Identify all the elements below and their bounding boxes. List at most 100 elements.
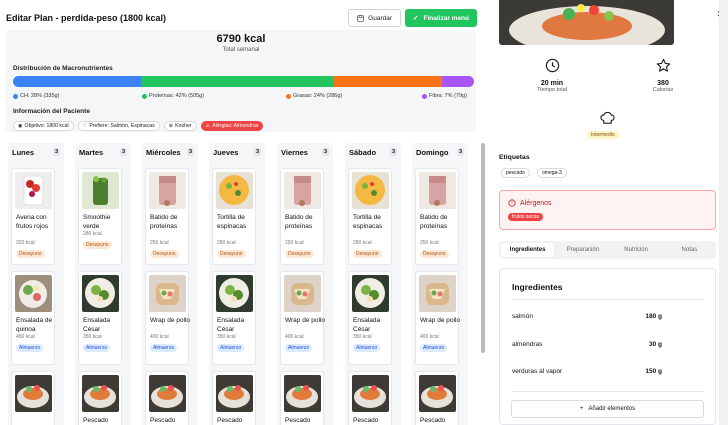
- meal-card[interactable]: Wrap de pollo 400 kcal Almuerzo: [415, 271, 460, 365]
- meal-thumbnail: [149, 172, 186, 209]
- meal-name: Pescado: [83, 417, 109, 424]
- day-name: Viernes: [281, 147, 308, 157]
- meal-card[interactable]: Batido de proteínas 250 kcal Desayuno: [280, 168, 324, 265]
- day-header: Lunes 3: [12, 147, 60, 157]
- meal-image: [499, 0, 674, 45]
- calories-value: 380: [657, 80, 669, 87]
- ingredient-row[interactable]: salmón 180 g: [512, 313, 662, 323]
- legend-label: CH: 28% (335g): [20, 93, 60, 99]
- tab-notas[interactable]: Notas: [663, 241, 716, 259]
- legend-dot: [13, 93, 18, 99]
- patient-pill: ◉ Objetivo: 1800 kcal: [13, 121, 74, 131]
- day-count-badge: 3: [321, 148, 329, 156]
- meal-card[interactable]: Pescado: [348, 371, 392, 425]
- meal-kcal: 320 kcal: [16, 240, 35, 246]
- target-icon: ◉: [18, 123, 23, 129]
- weekly-total: 6790 kcal: [216, 33, 266, 45]
- tab-nutricion[interactable]: Nutrición: [610, 241, 663, 259]
- meal-name: Ensalada César: [217, 317, 245, 333]
- meal-card[interactable]: Pescado: [145, 371, 189, 425]
- tab-preparacion[interactable]: Preparación: [556, 241, 609, 259]
- meal-type-tag: Desayuno: [420, 250, 449, 258]
- ingredient-name: verduras al vapor: [512, 368, 563, 375]
- patient-pill-label: Prefiere: Salmón, Espinacas: [89, 123, 155, 129]
- patient-pill-label: Alérgias: Almendras: [212, 123, 259, 129]
- detail-tabs: Ingredientes Preparación Nutrición Notas: [499, 241, 716, 259]
- day-name: Martes: [79, 147, 104, 157]
- meal-card[interactable]: Smoothie verde 280 kcal Desayuno: [78, 168, 122, 265]
- patient-pill-label: Kosher: [175, 123, 192, 129]
- meal-name: Smoothie verde: [83, 214, 111, 230]
- board-scrollbar[interactable]: [481, 143, 485, 353]
- macro-segment: [332, 76, 443, 87]
- meal-kcal: 350 kcal: [353, 334, 372, 340]
- patient-pill: ⚠ Alérgias: Almendras: [200, 121, 264, 131]
- page-scrollbar[interactable]: [719, 0, 728, 425]
- meal-thumbnail: [15, 172, 52, 209]
- meal-card[interactable]: Pescado: [78, 371, 122, 425]
- day-column: Jueves 3 Tortilla de espinacas 280 kcal Desa…: [209, 143, 265, 425]
- day-column: Viernes 3 Batido de proteínas 250 kcal Desay…: [277, 143, 333, 425]
- ingredient-name: salmón: [512, 313, 533, 320]
- meal-name: Ensalada de quinoa: [16, 317, 53, 333]
- meal-kcal: 400 kcal: [285, 334, 304, 340]
- legend-dot: [286, 93, 291, 99]
- meal-card[interactable]: Ensalada de quinoa 450 kcal Almuerzo: [11, 271, 55, 365]
- plus-icon: +: [579, 406, 584, 412]
- calories-stat: 380 Calorías: [623, 58, 703, 93]
- allergens-title: Alérgenos: [520, 199, 552, 207]
- meal-card[interactable]: Tortilla de espinacas 280 kcal Desayuno: [212, 168, 256, 265]
- meal-card[interactable]: Ensalada César 350 kcal Almuerzo: [212, 271, 256, 365]
- meal-card[interactable]: Tortilla de espinacas 280 kcal Desayuno: [348, 168, 392, 265]
- meal-type-tag: Desayuno: [83, 241, 112, 249]
- legend-label: Grasas: 24% (286g): [293, 93, 343, 99]
- legend-label: Proteínas: 42% (505g): [149, 93, 205, 99]
- meal-name: Batido de proteínas: [285, 214, 313, 230]
- edit-plan-modal: Editar Plan - perdida-peso (1800 kcal) G…: [0, 0, 487, 425]
- macro-legend-item: Grasas: 24% (286g): [286, 93, 342, 99]
- meal-card[interactable]: Batido de proteínas 250 kcal Desayuno: [145, 168, 189, 265]
- day-name: Jueves: [213, 147, 239, 157]
- day-name: Domingo: [416, 147, 449, 157]
- meal-name: Pescado: [285, 417, 311, 424]
- day-column: Martes 3 Smoothie verde 280 kcal Desayuno Ens…: [75, 143, 131, 425]
- legend-label: Fibra: 7% (79g): [429, 93, 467, 99]
- ingredient-row[interactable]: almendras 30 g: [512, 341, 662, 351]
- meal-thumbnail: [216, 375, 253, 412]
- time-stat: 20 min Tiempo total: [512, 58, 592, 93]
- meal-card[interactable]: Avena con frutos rojos 320 kcal Desayuno: [11, 168, 55, 265]
- finalize-menu-button[interactable]: ✓ Finalizar menú: [405, 9, 477, 27]
- add-elements-button[interactable]: + Añadir elementos: [511, 400, 704, 418]
- modal-header: Editar Plan - perdida-peso (1800 kcal) G…: [6, 7, 477, 29]
- meal-kcal: 250 kcal: [420, 240, 439, 246]
- meal-card[interactable]: Pescado: [212, 371, 256, 425]
- plan-summary: 6790 kcal Total semanal Distribución de …: [6, 30, 476, 132]
- meal-card[interactable]: Ensalada César 350 kcal Almuerzo: [78, 271, 122, 365]
- meal-kcal: 350 kcal: [217, 334, 236, 340]
- save-button[interactable]: Guardar: [348, 9, 402, 27]
- meal-card[interactable]: Wrap de pollo 400 kcal Almuerzo: [280, 271, 325, 365]
- page-title: Editar Plan - perdida-peso (1800 kcal): [6, 13, 167, 23]
- meal-card[interactable]: Batido de proteínas 250 kcal Desayuno: [415, 168, 459, 265]
- macro-segment: [140, 76, 333, 87]
- meal-thumbnail: [284, 172, 321, 209]
- macro-legend-item: Proteínas: 42% (505g): [142, 93, 204, 99]
- meal-card[interactable]: [11, 371, 55, 425]
- day-count-badge: 3: [52, 148, 60, 156]
- meal-thumbnail: [284, 275, 321, 312]
- tab-ingredientes[interactable]: Ingredientes: [501, 243, 555, 257]
- meal-card[interactable]: Ensalada César 350 kcal Almuerzo: [348, 271, 392, 365]
- divider: [512, 299, 703, 300]
- meal-card[interactable]: Pescado: [415, 371, 459, 425]
- meal-thumbnail: [15, 375, 52, 412]
- meal-type-tag: Almuerzo: [420, 344, 448, 352]
- patient-info-title: Información del Paciente: [13, 108, 90, 115]
- meal-card[interactable]: Wrap de pollo 400 kcal Almuerzo: [145, 271, 190, 365]
- patient-info-pills: ◉ Objetivo: 1800 kcal ♡ Prefiere: Salmón, E…: [13, 121, 264, 131]
- meal-thumbnail: [82, 275, 119, 312]
- day-column: Sábado 3 Tortilla de espinacas 280 kcal Desa…: [345, 143, 401, 425]
- legend-dot: [422, 93, 427, 99]
- ingredient-row[interactable]: verduras al vapor 150 g: [512, 368, 662, 378]
- meal-card[interactable]: Pescado: [280, 371, 324, 425]
- day-header: Martes 3: [79, 147, 127, 157]
